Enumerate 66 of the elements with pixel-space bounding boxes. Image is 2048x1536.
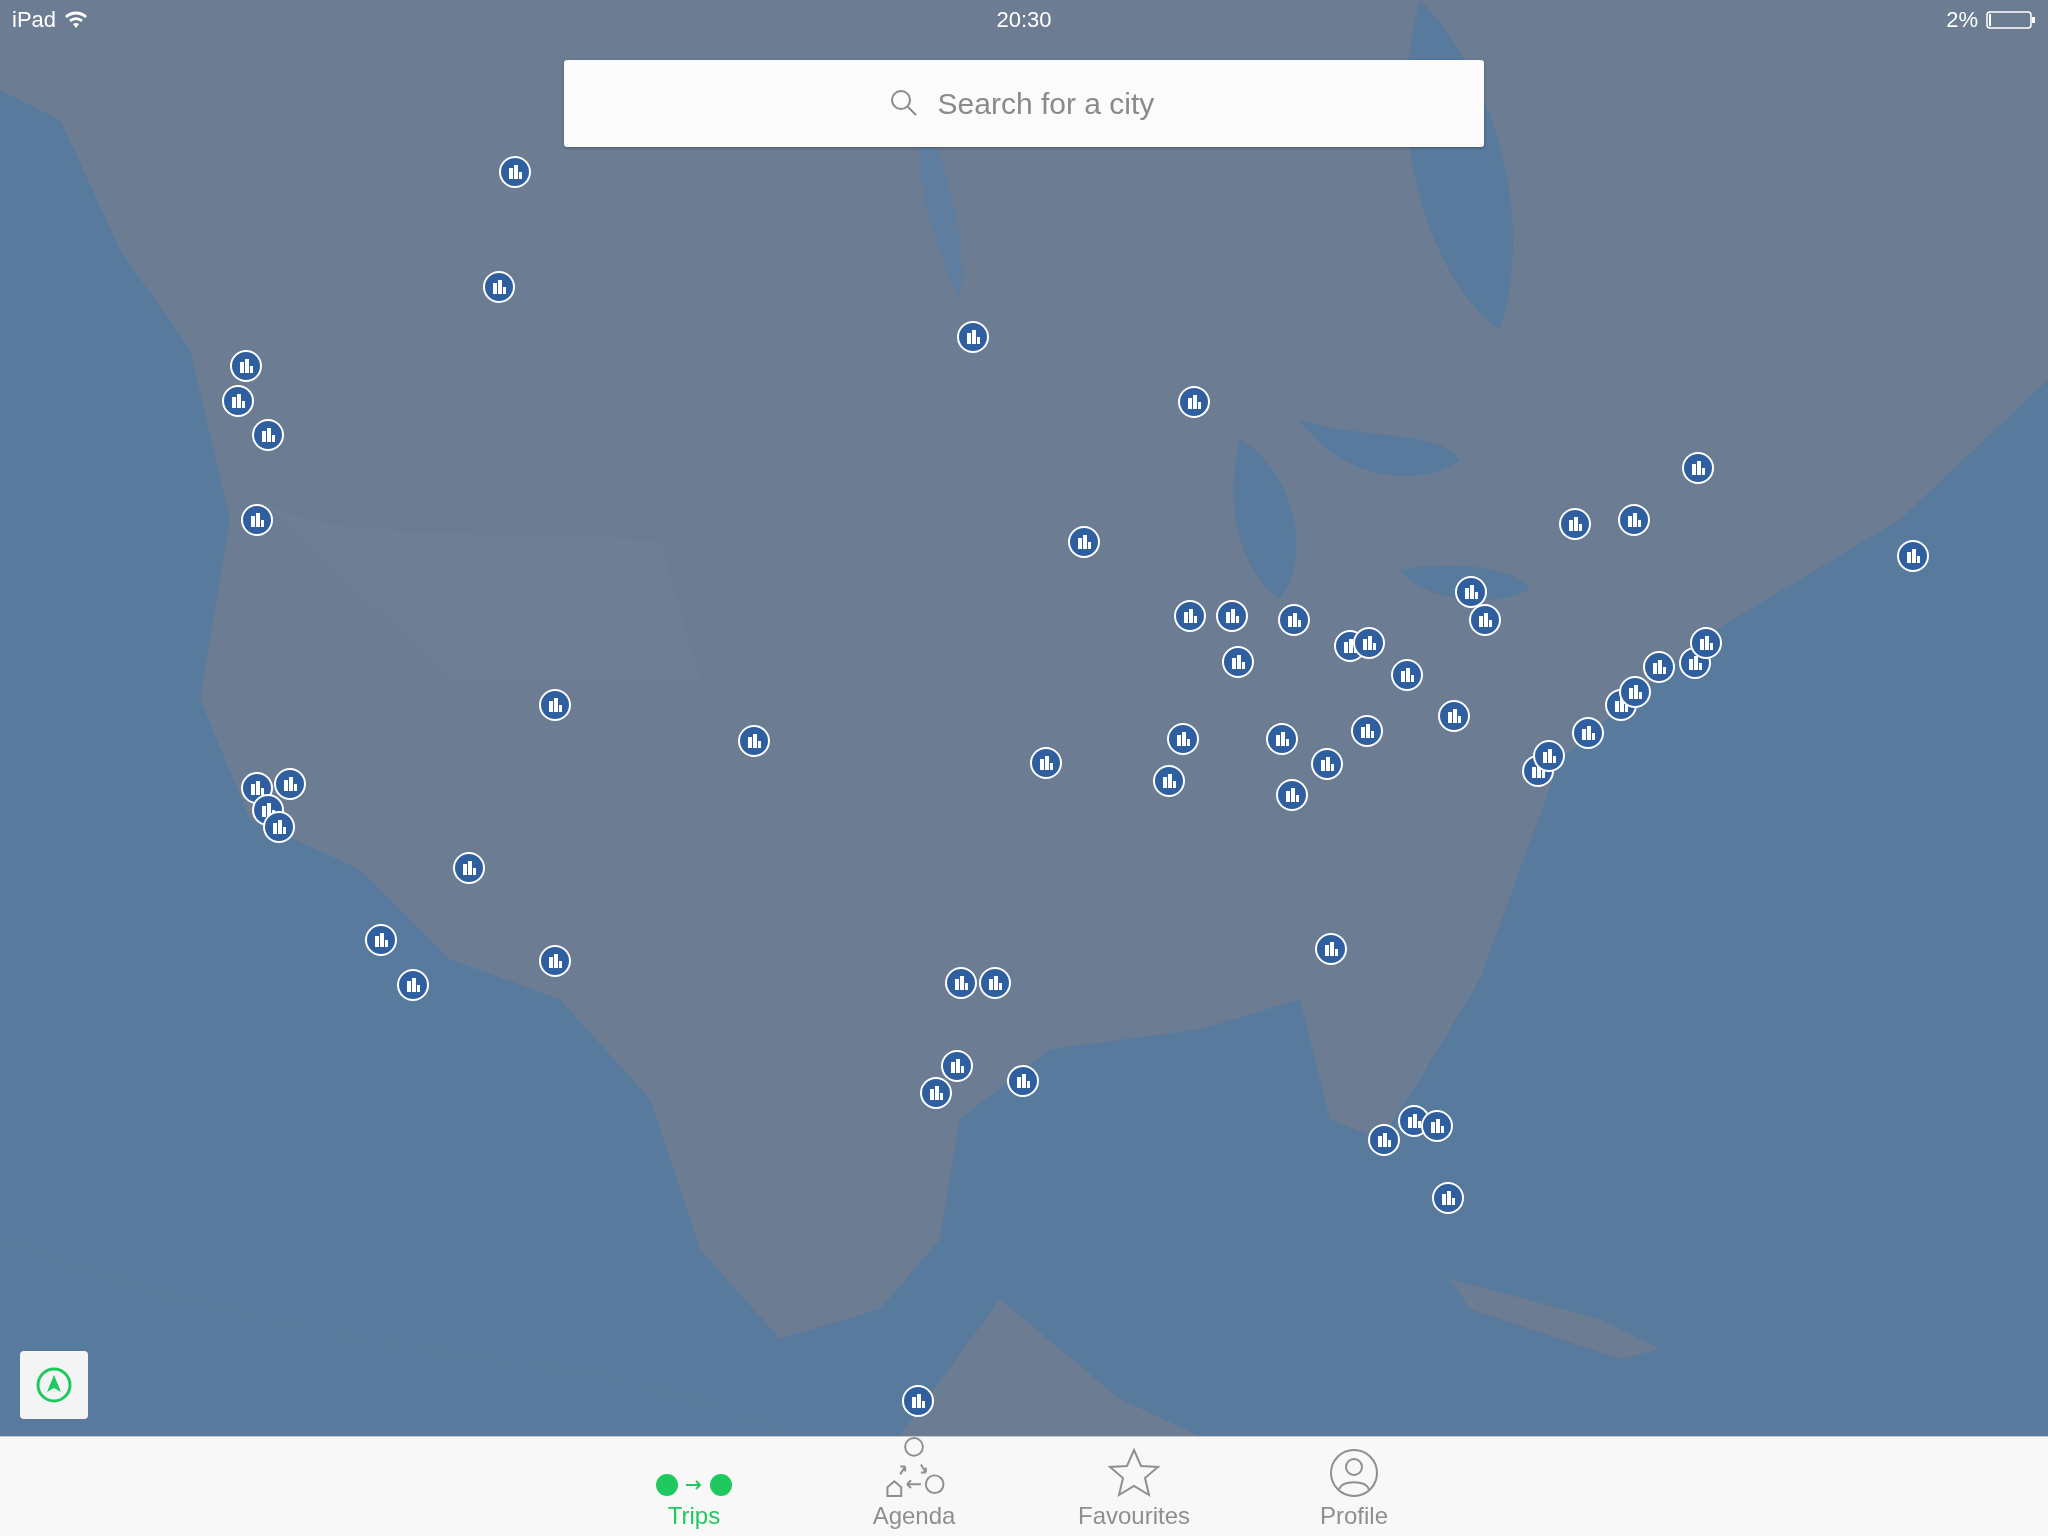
city-pin-icon[interactable]: [1368, 1124, 1400, 1156]
city-pin-icon[interactable]: [902, 1385, 934, 1417]
city-pin-icon[interactable]: [1222, 646, 1254, 678]
city-pin-icon[interactable]: [957, 321, 989, 353]
city-pin-icon[interactable]: [539, 945, 571, 977]
city-pin-icon[interactable]: [365, 924, 397, 956]
city-pin-icon[interactable]: [1174, 600, 1206, 632]
city-pin-icon[interactable]: [1266, 723, 1298, 755]
dots-arrow-icon: [656, 1472, 732, 1498]
city-pin-icon[interactable]: [738, 725, 770, 757]
city-pin-icon[interactable]: [1178, 386, 1210, 418]
clock-time: 20:30: [996, 7, 1052, 33]
battery-percent: 2%: [1946, 7, 1978, 33]
city-pin-icon[interactable]: [1559, 508, 1591, 540]
tab[interactable]: Agenda: [844, 1437, 984, 1536]
city-pin-icon[interactable]: [1618, 504, 1650, 536]
city-pin-icon[interactable]: [979, 967, 1011, 999]
city-pin-icon[interactable]: [1030, 747, 1062, 779]
city-pin-icon[interactable]: [274, 768, 306, 800]
city-pin-icon[interactable]: [920, 1077, 952, 1109]
city-pin-icon[interactable]: [1690, 627, 1722, 659]
city-pin-icon[interactable]: [1469, 604, 1501, 636]
city-pin-icon[interactable]: [1167, 723, 1199, 755]
city-pin-icon[interactable]: [252, 419, 284, 451]
city-pin-icon[interactable]: [222, 385, 254, 417]
city-pin-icon[interactable]: [230, 350, 262, 382]
tab[interactable]: Favourites: [1064, 1437, 1204, 1536]
city-pin-icon[interactable]: [1897, 540, 1929, 572]
city-pin-icon[interactable]: [1643, 651, 1675, 683]
wifi-icon: [64, 11, 89, 29]
city-pin-icon[interactable]: [941, 1050, 973, 1082]
city-pin-icon[interactable]: [1153, 765, 1185, 797]
city-pin-icon[interactable]: [1353, 627, 1385, 659]
city-pin-icon[interactable]: [1068, 526, 1100, 558]
star-icon: [1108, 1448, 1160, 1498]
city-pin-icon[interactable]: [1432, 1182, 1464, 1214]
city-pin-icon[interactable]: [945, 967, 977, 999]
city-pin-icon[interactable]: [1007, 1065, 1039, 1097]
city-pin-icon[interactable]: [241, 504, 273, 536]
city-pin-icon[interactable]: [1216, 600, 1248, 632]
tab[interactable]: Profile: [1284, 1437, 1424, 1536]
city-pin-icon[interactable]: [1619, 676, 1651, 708]
search-icon: [890, 89, 918, 117]
city-pin-icon[interactable]: [263, 811, 295, 843]
city-pin-icon[interactable]: [1351, 715, 1383, 747]
city-pin-icon[interactable]: [1533, 740, 1565, 772]
city-pin-icon[interactable]: [453, 852, 485, 884]
city-pin-icon[interactable]: [1455, 576, 1487, 608]
device-name: iPad: [12, 7, 57, 33]
search-field[interactable]: Search for a city: [564, 60, 1484, 147]
profile-icon: [1329, 1448, 1379, 1498]
city-pin-icon[interactable]: [539, 689, 571, 721]
city-pin-icon[interactable]: [1421, 1110, 1453, 1142]
city-pin-icon[interactable]: [1278, 604, 1310, 636]
city-pin-icon[interactable]: [1315, 933, 1347, 965]
city-pin-icon[interactable]: [1682, 452, 1714, 484]
city-pin-icon[interactable]: [1311, 748, 1343, 780]
city-pin-icon[interactable]: [1276, 779, 1308, 811]
city-pin-icon[interactable]: [1391, 659, 1423, 691]
city-pin-icon[interactable]: [1438, 700, 1470, 732]
city-pin-icon[interactable]: [397, 969, 429, 1001]
city-pin-icon[interactable]: [1572, 717, 1604, 749]
city-pin-icon[interactable]: [499, 156, 531, 188]
tab[interactable]: Trips: [624, 1437, 764, 1536]
city-pin-icon[interactable]: [483, 271, 515, 303]
battery-icon: [1986, 10, 2036, 30]
